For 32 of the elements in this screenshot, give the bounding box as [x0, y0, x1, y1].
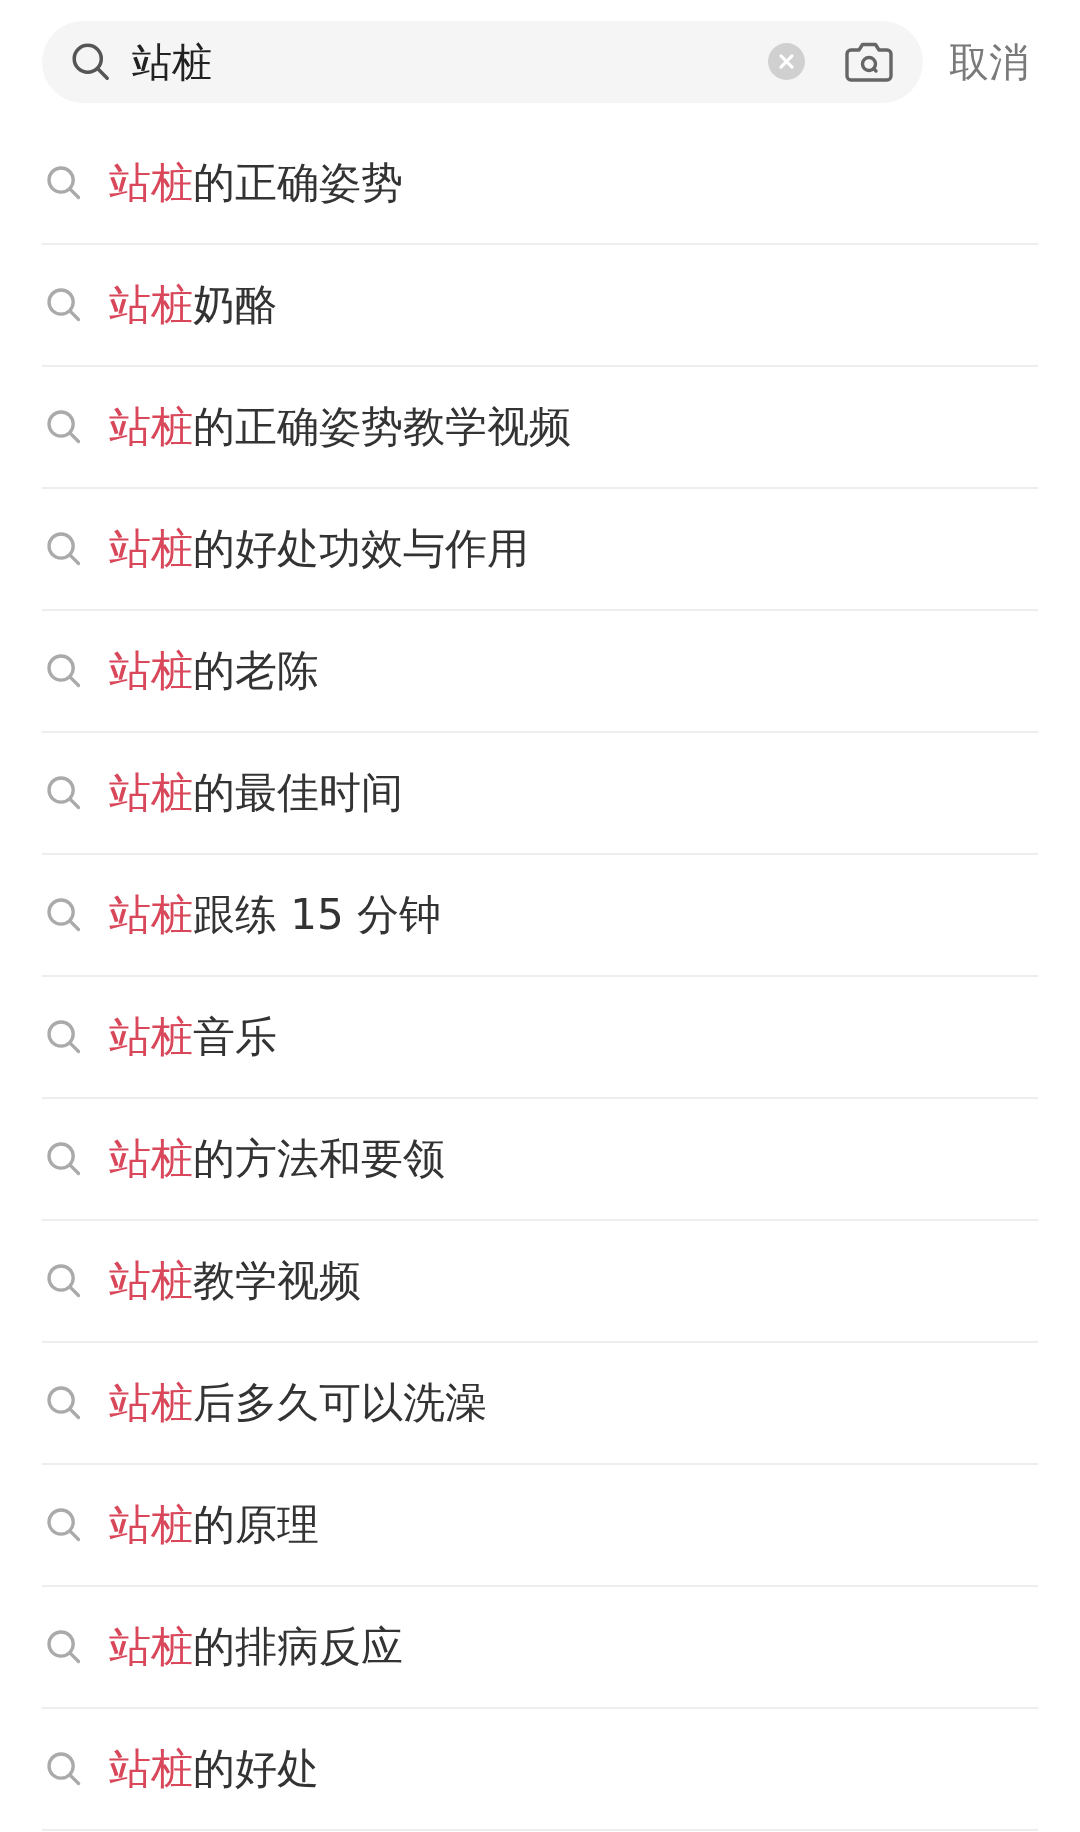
search-icon [47, 776, 81, 810]
suggestion-item[interactable]: 站桩的好处 [42, 1709, 1038, 1831]
search-icon [47, 1630, 81, 1664]
search-icon [47, 166, 81, 200]
search-icon [47, 1142, 81, 1176]
search-icon [47, 1264, 81, 1298]
search-icon [47, 410, 81, 444]
search-icon [47, 1752, 81, 1786]
suggestion-item[interactable]: 站桩的排病反应 [42, 1587, 1038, 1709]
search-icon [72, 42, 110, 81]
search-icon [47, 288, 81, 322]
suggestion-item[interactable]: 站桩的好处功效与作用 [42, 489, 1038, 611]
camera-icon[interactable] [845, 41, 893, 82]
suggestion-item[interactable]: 站桩的正确姿势 [42, 123, 1038, 245]
suggestion-item[interactable]: 站桩教学视频 [42, 1221, 1038, 1343]
suggestion-item[interactable]: 站桩的最佳时间 [42, 733, 1038, 855]
suggestion-item[interactable]: 站桩跟练 15 分钟 [42, 855, 1038, 977]
suggestion-item[interactable]: 站桩的方法和要领 [42, 1099, 1038, 1221]
search-icon [47, 654, 81, 688]
cancel-button[interactable]: 取消 [949, 37, 1029, 86]
suggestion-item[interactable]: 站桩奶酪 [42, 245, 1038, 367]
search-field[interactable]: 站桩 [42, 20, 923, 103]
suggestion-item[interactable]: 站桩的原理 [42, 1465, 1038, 1587]
suggestion-item[interactable]: 站桩音乐 [42, 977, 1038, 1099]
search-icon [47, 532, 81, 566]
suggestion-item[interactable]: 站桩的正确姿势教学视频 [42, 367, 1038, 489]
search-icon [47, 1508, 81, 1542]
suggestion-item[interactable]: 站桩后多久可以洗澡 [42, 1343, 1038, 1465]
suggestion-item[interactable]: 站桩的老陈 [42, 611, 1038, 733]
search-icon [47, 898, 81, 932]
search-icon [47, 1020, 81, 1054]
search-icon [47, 1386, 81, 1420]
